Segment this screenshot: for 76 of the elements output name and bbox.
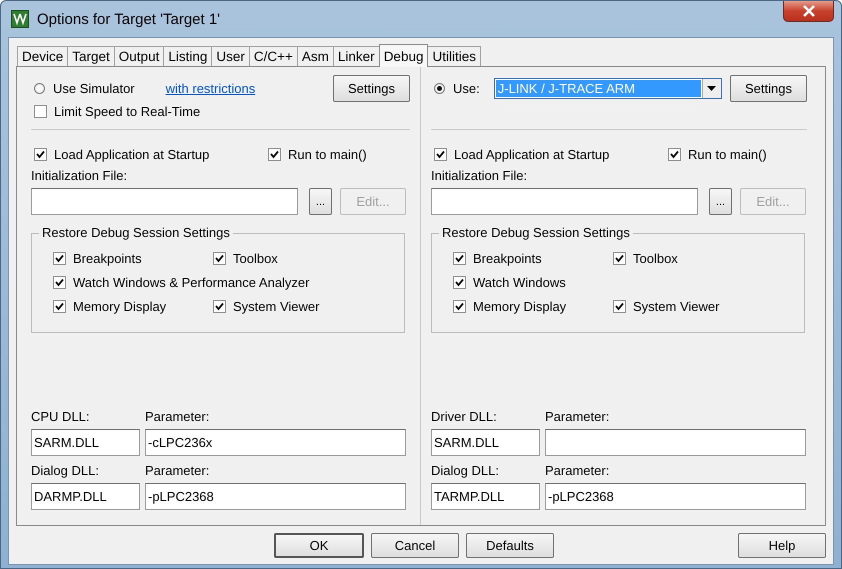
caret-icon [707, 86, 716, 90]
checkbox-label: Memory Display [473, 298, 566, 314]
close-icon [802, 5, 816, 17]
checkbox[interactable] [434, 148, 447, 160]
browse-button[interactable]: ... [309, 188, 332, 215]
checkbox-label: System Viewer [233, 298, 320, 314]
checkbox-label: Breakpoints [73, 250, 142, 266]
field-label: Initialization File: [31, 167, 128, 185]
browse-button[interactable]: ... [709, 188, 732, 215]
checkbox[interactable] [53, 276, 66, 288]
checkbox-label: Toolbox [633, 250, 678, 266]
dialog-button[interactable]: Defaults [466, 532, 554, 558]
field-label: Parameter: [145, 462, 210, 480]
field-label: Parameter: [145, 408, 210, 426]
checkbox[interactable] [34, 148, 47, 160]
checkbox[interactable] [34, 105, 47, 118]
radio-button[interactable] [34, 82, 45, 94]
checkbox[interactable] [213, 252, 226, 264]
field-label: Initialization File: [431, 167, 528, 185]
radio-label: Use: [453, 80, 480, 96]
input-field[interactable]: SARM.DLL [431, 429, 540, 456]
input-field[interactable]: -pLPC2368 [145, 483, 406, 510]
checkbox-label: Run to main() [688, 146, 767, 162]
input-field[interactable]: TARMP.DLL [431, 483, 540, 510]
input-field[interactable]: SARM.DLL [31, 429, 140, 456]
field-label: Dialog DLL: [31, 462, 100, 480]
app-icon [11, 10, 29, 28]
tab[interactable]: Target [67, 46, 115, 66]
tab[interactable]: Device [17, 46, 68, 66]
input-field[interactable]: -pLPC2368 [545, 483, 806, 510]
checkbox-label: Memory Display [73, 298, 166, 314]
checkbox-label: Breakpoints [473, 250, 542, 266]
checkbox[interactable] [613, 252, 626, 264]
checkbox[interactable] [213, 300, 226, 312]
checkbox-label: Watch Windows [473, 274, 566, 290]
group-title: Restore Debug Session Settings [439, 225, 633, 241]
checkbox[interactable] [613, 300, 626, 312]
input-field[interactable] [431, 188, 698, 215]
checkbox[interactable] [453, 252, 466, 264]
dialog-button[interactable]: OK [274, 532, 364, 558]
window-title: Options for Target 'Target 1' [37, 10, 220, 28]
group-title: Restore Debug Session Settings [39, 225, 233, 241]
field-label: CPU DLL: [31, 408, 91, 426]
field-label: Parameter: [545, 408, 610, 426]
input-field[interactable]: DARMP.DLL [31, 483, 140, 510]
tab[interactable]: Listing [163, 46, 212, 66]
radio-button[interactable] [434, 82, 445, 94]
checkbox-label: System Viewer [633, 298, 720, 314]
checkbox[interactable] [268, 148, 281, 160]
radio-label: Use Simulator [53, 80, 135, 96]
checkbox-label: Watch Windows & Performance Analyzer [73, 274, 310, 290]
checkbox-label: Load Application at Startup [454, 146, 610, 162]
checkbox-label: Load Application at Startup [54, 146, 210, 162]
checkbox[interactable] [453, 300, 466, 312]
field-label: Parameter: [545, 462, 610, 480]
dialog-button[interactable]: Cancel [371, 532, 459, 558]
dialog-button[interactable]: Help [738, 532, 826, 558]
tab[interactable]: Utilities [427, 46, 481, 66]
input-field[interactable] [545, 429, 806, 456]
tab[interactable]: Output [114, 46, 164, 66]
checkbox[interactable] [53, 300, 66, 312]
restrictions-link[interactable]: with restrictions [166, 80, 256, 96]
checkbox-label: Toolbox [233, 250, 278, 266]
field-label: Dialog DLL: [431, 462, 500, 480]
checkbox-label: Limit Speed to Real-Time [54, 104, 200, 119]
checkbox[interactable] [668, 148, 681, 160]
settings-button[interactable]: Settings [333, 74, 410, 102]
checkbox-label: Run to main() [288, 146, 367, 162]
close-button[interactable] [783, 1, 834, 22]
settings-button[interactable]: Settings [730, 74, 807, 102]
checkbox[interactable] [53, 252, 66, 264]
field-label: Driver DLL: [431, 408, 498, 426]
input-field[interactable]: -cLPC236x [145, 429, 406, 456]
checkbox[interactable] [453, 276, 466, 288]
tab[interactable]: Debug [378, 44, 428, 67]
input-field[interactable] [31, 188, 298, 215]
